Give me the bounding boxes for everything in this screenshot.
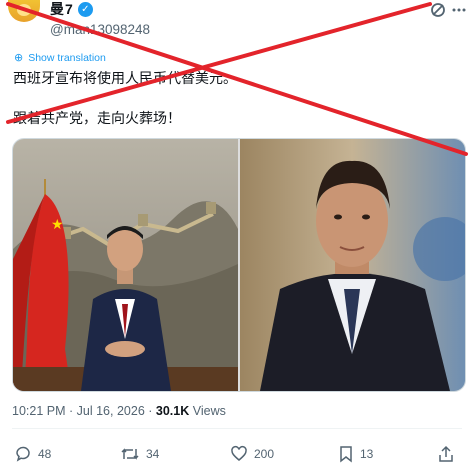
like-button[interactable]: 200 <box>230 445 274 463</box>
reply-icon <box>14 445 32 463</box>
tweet-time[interactable]: 10:21 PM <box>12 404 66 418</box>
divider <box>12 428 462 429</box>
share-icon <box>438 445 454 463</box>
reply-button[interactable]: 48 <box>14 445 51 463</box>
bookmark-count: 13 <box>360 447 374 461</box>
translate-icon: ⊕ <box>14 52 24 64</box>
show-translation-link[interactable]: ⊕ Show translation <box>14 51 106 65</box>
more-icon[interactable] <box>452 2 466 22</box>
verified-badge-icon: ✓ <box>77 1 93 17</box>
avatar[interactable] <box>8 0 40 22</box>
grok-icon[interactable] <box>430 2 446 22</box>
tweet-meta: 10:21 PM · Jul 16, 2026 · 30.1K Views <box>12 404 226 418</box>
display-name[interactable]: 曼7 <box>50 0 74 19</box>
like-icon <box>230 445 248 463</box>
like-count: 200 <box>254 447 275 461</box>
author-row: 曼7 ✓ <box>50 1 93 17</box>
media-grid: ★ <box>12 138 466 392</box>
show-translation-label: Show translation <box>28 51 106 64</box>
repost-icon <box>120 445 140 463</box>
svg-text:★: ★ <box>51 216 64 232</box>
share-button[interactable] <box>438 445 454 463</box>
views-label: Views <box>192 404 226 418</box>
meta-separator: · <box>69 404 74 418</box>
repost-count: 34 <box>146 447 160 461</box>
repost-button[interactable]: 34 <box>120 445 159 463</box>
photo-xi-great-wall[interactable]: ★ <box>13 139 238 391</box>
photo-sanchez-portrait[interactable] <box>240 139 465 391</box>
views-count: 30.1K <box>155 404 190 418</box>
reply-count: 48 <box>38 447 52 461</box>
bookmark-icon <box>338 445 354 463</box>
bookmark-button[interactable]: 13 <box>338 445 373 463</box>
tweet-date[interactable]: Jul 16, 2026 <box>77 404 145 418</box>
meta-separator-2: · <box>148 404 153 418</box>
tweet-text-line-1: 西班牙宣布将使用人民币代替美元。 <box>13 70 237 86</box>
handle[interactable]: @man13098248 <box>50 22 150 37</box>
avatar-image <box>17 4 31 16</box>
tweet-text-line-2: 跟着共产党，走向火葬场！ <box>13 110 181 126</box>
